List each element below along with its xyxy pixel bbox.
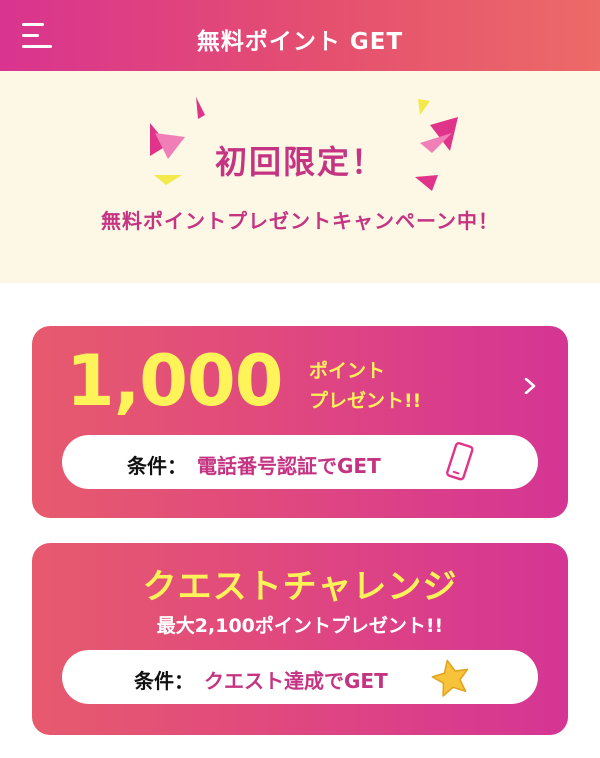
star-icon [431,659,469,697]
condition-label: 条件： [127,454,187,478]
points-label: ポイント [309,360,386,382]
banner-title: 初回限定！ [214,143,385,181]
campaign-banner: 初回限定！ 無料ポイントプレゼントキャンペーン中！ [0,71,600,283]
condition-value: クエスト達成でGET [204,669,388,693]
chevron-right-icon[interactable] [522,378,538,394]
condition-value: 電話番号認証でGET [197,454,381,478]
present-label: プレゼント!! [309,390,422,412]
quest-subtitle: 最大2,100ポイントプレゼント!! [156,615,444,637]
points-amount: 1,000 [66,340,283,422]
condition-pill: 条件： 電話番号認証でGET [62,435,538,489]
banner-subtitle: 無料ポイントプレゼントキャンペーン中！ [101,209,499,233]
smartphone-icon [446,441,474,481]
condition-pill: 条件： クエスト達成でGET [62,650,538,704]
app-header: 無料ポイント GET [0,0,600,71]
condition-label: 条件： [134,669,194,693]
quest-title: クエストチャレンジ [142,567,458,607]
page-title: 無料ポイント GET [196,29,404,55]
phone-verification-offer-card[interactable]: 1,000 ポイント プレゼント!! 条件： 電話番号認証でGET [32,326,568,518]
quest-challenge-offer-card[interactable]: クエストチャレンジ 最大2,100ポイントプレゼント!! 条件： クエスト達成で… [32,543,568,735]
